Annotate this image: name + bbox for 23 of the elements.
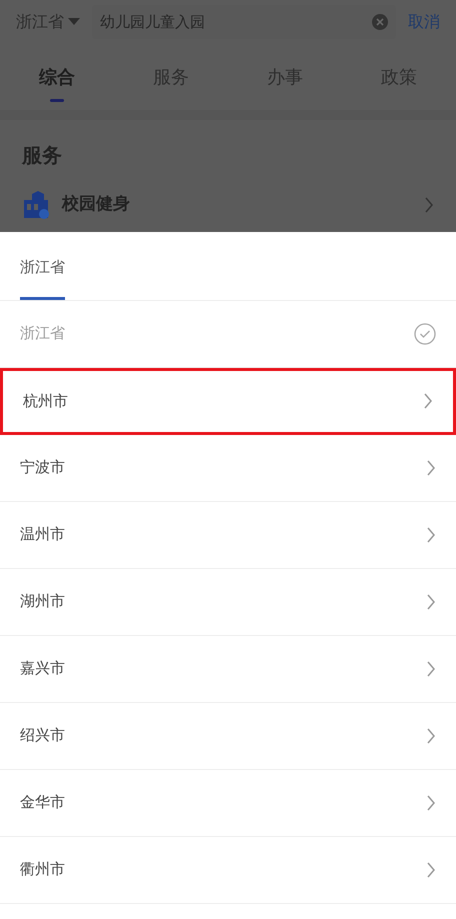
check-circle-icon [414,322,436,344]
section-title: 服务 [20,142,63,169]
region-option[interactable]: 金华市 [0,770,456,836]
region-option[interactable]: 湖州市 [0,568,456,636]
region-option[interactable]: 宁波市 [0,434,456,502]
chevron-right-icon [423,392,433,410]
school-building-icon [22,190,50,220]
region-option[interactable]: 温州市 [0,502,456,568]
chevron-right-icon [426,860,436,878]
region-option[interactable]: 衢州市 [0,836,456,904]
region-option[interactable]: 绍兴市 [0,702,456,770]
chevron-right-icon [424,196,434,214]
chevron-right-icon [426,526,436,544]
chevron-right-icon [426,726,436,744]
chevron-right-icon [426,592,436,610]
chevron-right-icon [426,794,436,812]
chevron-right-icon [426,660,436,678]
clear-icon[interactable] [372,14,388,30]
chevron-right-icon [426,458,436,476]
region-tab[interactable]: 浙江省 [20,232,65,300]
region-option[interactable]: 杭州市 [0,368,456,434]
region-option[interactable]: 嘉兴市 [0,636,456,702]
caret-down-icon [68,18,80,26]
